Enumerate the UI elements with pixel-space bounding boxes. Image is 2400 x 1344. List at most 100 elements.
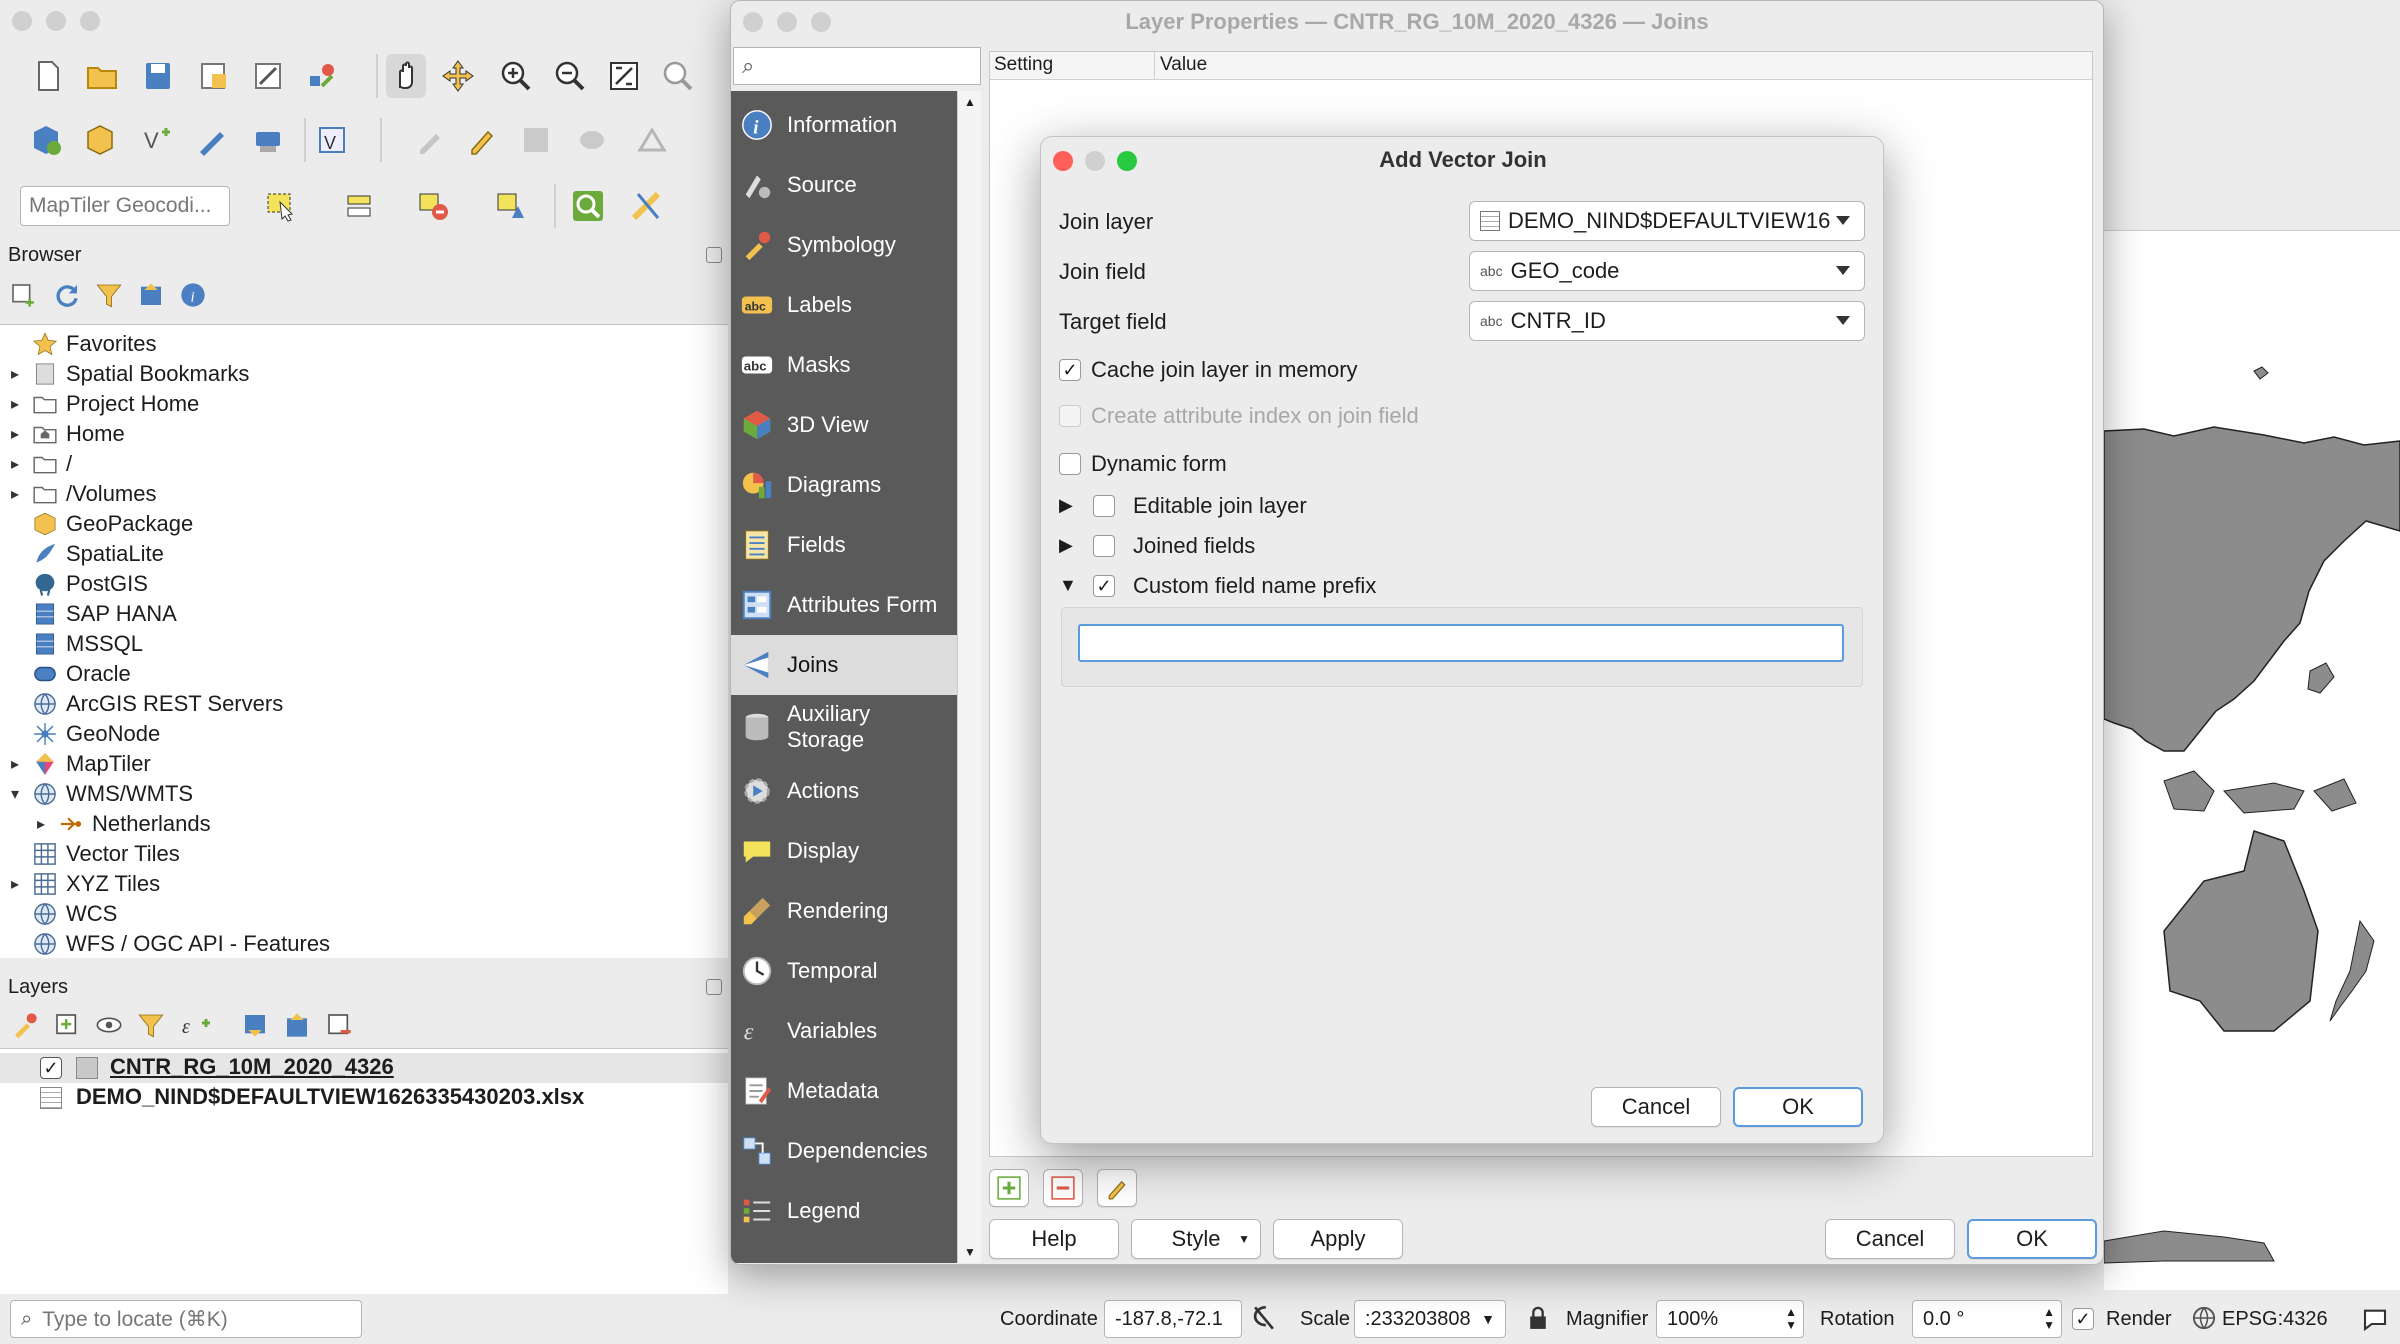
pan-to-selection-icon[interactable] <box>440 58 476 94</box>
render-checkbox[interactable]: ✓ <box>2072 1308 2094 1330</box>
ok-button[interactable]: OK <box>1967 1219 2097 1259</box>
remove-join-button[interactable] <box>1043 1169 1083 1207</box>
cancel-button[interactable]: Cancel <box>1825 1219 1955 1259</box>
browser-item[interactable]: ▸ MapTiler <box>0 749 720 779</box>
new-geopackage-icon[interactable] <box>82 122 118 158</box>
browser-item[interactable]: ▸ Home <box>0 419 720 449</box>
magnifier-spinbox[interactable]: 100% ▲ ▼ <box>1656 1300 1804 1338</box>
filter-legend-icon[interactable] <box>136 1010 166 1040</box>
sidebar-item-legend[interactable]: Legend <box>731 1181 957 1241</box>
layer-row[interactable]: DEMO_NIND$DEFAULTVIEW1626335430203.xlsx <box>0 1083 728 1113</box>
new-virtual-layer-icon[interactable] <box>250 122 286 158</box>
toggle-extents-icon[interactable] <box>1248 1302 1280 1334</box>
select-location-icon[interactable] <box>494 188 530 224</box>
zoom-to-selection-icon[interactable] <box>660 58 696 94</box>
properties-info-icon[interactable]: i <box>178 280 208 310</box>
browser-item[interactable]: WCS <box>0 899 720 929</box>
sidebar-item-variables[interactable]: ε Variables <box>731 1001 957 1061</box>
filter-browser-icon[interactable] <box>94 280 124 310</box>
browser-item[interactable]: MSSQL <box>0 629 720 659</box>
sidebar-item-3d-view[interactable]: 3D View <box>731 395 957 455</box>
zoom-full-icon[interactable] <box>606 58 642 94</box>
coordinate-field[interactable]: -187.8,-72.1 <box>1104 1300 1242 1338</box>
scale-combobox[interactable]: :233203808 ▼ <box>1354 1300 1506 1338</box>
custom-prefix-checkbox[interactable]: ✓ <box>1093 575 1115 597</box>
browser-item[interactable]: Favorites <box>0 329 720 359</box>
dialog-ok-button[interactable]: OK <box>1733 1087 1863 1127</box>
dynamic-form-checkbox[interactable] <box>1059 453 1081 475</box>
browser-item[interactable]: ArcGIS REST Servers <box>0 689 720 719</box>
add-group-icon[interactable] <box>52 1010 82 1040</box>
locate-search-input[interactable]: ⌕ Type to locate (⌘K) <box>10 1300 362 1338</box>
browser-item[interactable]: ▸ XYZ Tiles <box>0 869 720 899</box>
map-canvas[interactable] <box>2103 230 2400 1290</box>
layers-panel-close-icon[interactable] <box>706 979 722 995</box>
apply-button[interactable]: Apply <box>1273 1219 1403 1259</box>
deselect-icon[interactable] <box>416 188 452 224</box>
edit-pencil-icon[interactable] <box>464 122 500 158</box>
measure-icon[interactable] <box>628 188 664 224</box>
expand-arrow-icon[interactable]: ▸ <box>0 454 30 474</box>
browser-item[interactable]: ▸ Spatial Bookmarks <box>0 359 720 389</box>
print-layout-icon[interactable] <box>250 58 286 94</box>
cache-join-checkbox[interactable]: ✓ <box>1059 359 1081 381</box>
browser-item[interactable]: Vector Tiles <box>0 839 720 869</box>
lock-scale-icon[interactable] <box>1524 1304 1552 1332</box>
rotation-spinbox[interactable]: 0.0 ° ▲ ▼ <box>1912 1300 2062 1338</box>
browser-item[interactable]: GeoPackage <box>0 509 720 539</box>
layer-visibility-checkbox[interactable]: ✓ <box>40 1057 62 1079</box>
new-vector-icon[interactable]: V <box>140 122 176 158</box>
sidebar-item-temporal[interactable]: Temporal <box>731 941 957 1001</box>
editable-join-checkbox[interactable] <box>1093 495 1115 517</box>
sidebar-item-labels[interactable]: abc Labels <box>731 275 957 335</box>
browser-item[interactable]: Oracle <box>0 659 720 689</box>
target-field-combobox[interactable]: abc CNTR_ID <box>1469 301 1865 341</box>
expand-arrow-icon[interactable]: ▸ <box>0 424 30 444</box>
crs-label[interactable]: EPSG:4326 <box>2222 1308 2328 1331</box>
browser-item[interactable]: SAP HANA <box>0 599 720 629</box>
joined-fields-checkbox[interactable] <box>1093 535 1115 557</box>
sidebar-item-auxiliary-storage[interactable]: Auxiliary Storage <box>731 691 957 763</box>
open-layer-styling-icon[interactable] <box>10 1010 40 1040</box>
layer-row[interactable]: ✓ CNTR_RG_10M_2020_4326 <box>0 1053 728 1083</box>
new-project-icon[interactable] <box>30 58 66 94</box>
expand-arrow-icon[interactable]: ▸ <box>0 754 30 774</box>
expanded-arrow-icon[interactable]: ▾ <box>0 784 30 804</box>
browser-item[interactable]: ▸ / <box>0 449 720 479</box>
pan-map-icon[interactable] <box>386 54 426 98</box>
create-index-checkbox[interactable] <box>1059 405 1081 427</box>
prefix-input[interactable] <box>1078 624 1844 662</box>
expand-arrow-icon[interactable]: ▸ <box>0 874 30 894</box>
remove-layer-icon[interactable] <box>324 1010 354 1040</box>
collapse-arrow-icon[interactable]: ▼ <box>1059 575 1077 596</box>
minimize-window-button[interactable] <box>46 11 66 31</box>
identify-features-icon[interactable] <box>570 188 606 224</box>
browser-item[interactable]: GeoNode <box>0 719 720 749</box>
expand-arrow-icon[interactable]: ▸ <box>0 364 30 384</box>
save-project-icon[interactable] <box>140 58 176 94</box>
browser-panel-close-icon[interactable] <box>706 247 722 263</box>
properties-search-input[interactable]: ⌕ <box>733 47 981 85</box>
browser-item[interactable]: PostGIS <box>0 569 720 599</box>
add-selected-layers-icon[interactable] <box>8 280 38 310</box>
expand-arrow-icon[interactable]: ▸ <box>26 814 56 834</box>
messages-icon[interactable] <box>2360 1304 2390 1334</box>
open-project-icon[interactable] <box>84 58 120 94</box>
sidebar-item-rendering[interactable]: Rendering <box>731 881 957 941</box>
save-as-icon[interactable] <box>196 58 232 94</box>
data-source-manager-icon[interactable] <box>28 122 64 158</box>
style-manager-icon[interactable] <box>304 58 340 94</box>
browser-item[interactable]: ▸ Project Home <box>0 389 720 419</box>
scroll-down-icon[interactable]: ▼ <box>964 1245 976 1259</box>
sidebar-item-symbology[interactable]: Symbology <box>731 215 957 275</box>
digitize-icon[interactable] <box>194 122 230 158</box>
sidebar-item-attributes-form[interactable]: Attributes Form <box>731 575 957 635</box>
sidebar-item-joins[interactable]: Joins <box>731 635 957 695</box>
join-layer-combobox[interactable]: DEMO_NIND$DEFAULTVIEW16 <box>1469 201 1865 241</box>
crs-globe-icon[interactable] <box>2190 1304 2218 1332</box>
sidebar-item-dependencies[interactable]: Dependencies <box>731 1121 957 1181</box>
toggle-editing-icon[interactable] <box>412 122 448 158</box>
expand-arrow-icon[interactable]: ▶ <box>1059 495 1073 516</box>
browser-item[interactable]: ▸ Netherlands <box>0 809 720 839</box>
expand-all-icon[interactable] <box>240 1010 270 1040</box>
